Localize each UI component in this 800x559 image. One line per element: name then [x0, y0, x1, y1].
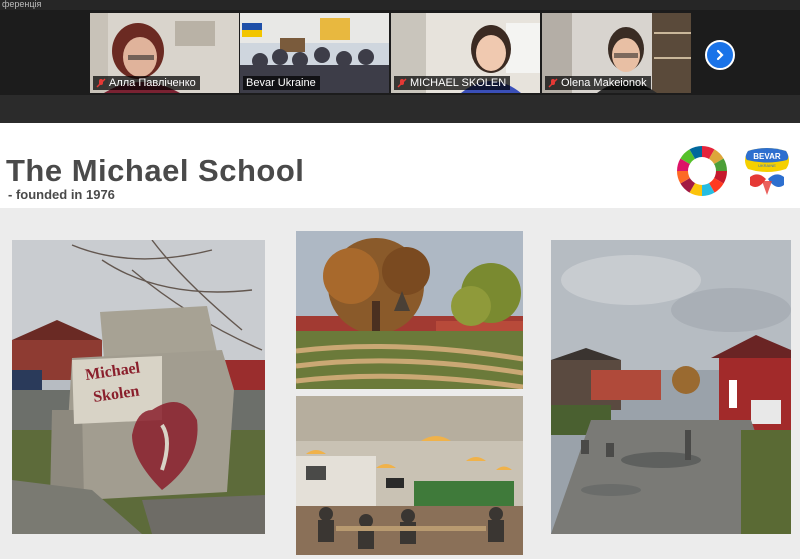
stone-sign-photo: Michael Skolen [12, 240, 265, 534]
slide-header: The Michael School - founded in 1976 BEV… [0, 123, 800, 208]
sdg-wheel-logo [677, 146, 727, 196]
mic-muted-icon [96, 78, 106, 88]
bevar-ukraine-logo: BEVAR UKRAINE [745, 148, 789, 195]
autumn-tree-amphitheater-photo [296, 231, 523, 389]
chevron-right-icon [716, 49, 724, 61]
shared-screen-slide: The Michael School - founded in 1976 BEV… [0, 123, 800, 559]
participant-tile-4[interactable]: Olena Makeionok [542, 13, 691, 93]
classroom-photo [296, 396, 523, 555]
gallery-next-button[interactable] [705, 40, 735, 70]
participant-tile-3-active-speaker[interactable]: MICHAEL SKOLEN [391, 13, 540, 93]
participant-name: Olena Makeionok [561, 77, 647, 89]
slide-title: The Michael School [6, 153, 305, 188]
participant-tile-1[interactable]: Алла Павліченко [90, 13, 239, 93]
participant-name-tag: Olena Makeionok [545, 76, 651, 90]
bevar-logo-text: BEVAR [753, 152, 781, 161]
participant-tile-2[interactable]: Bevar Ukraine [240, 13, 389, 93]
window-title-strip: ференція [0, 0, 800, 10]
participant-name-tag: Алла Павліченко [93, 76, 200, 90]
gallery-divider [0, 95, 800, 123]
bevar-logo-subtext: UKRAINE [758, 163, 776, 168]
school-yard-photo [551, 240, 791, 534]
slide-subtitle: - founded in 1976 [8, 187, 115, 202]
participant-name-tag: Bevar Ukraine [243, 76, 320, 90]
participant-name-tag: MICHAEL SKOLEN [394, 76, 511, 90]
participant-name: Алла Павліченко [109, 77, 196, 89]
mic-muted-icon [397, 78, 407, 88]
window-title: ференція [2, 0, 42, 9]
participant-name: MICHAEL SKOLEN [410, 77, 507, 89]
participant-name: Bevar Ukraine [246, 77, 316, 89]
participant-gallery: Алла Павліченко Bevar Ukraine MICHAEL SK… [0, 10, 800, 95]
mic-muted-icon [548, 78, 558, 88]
